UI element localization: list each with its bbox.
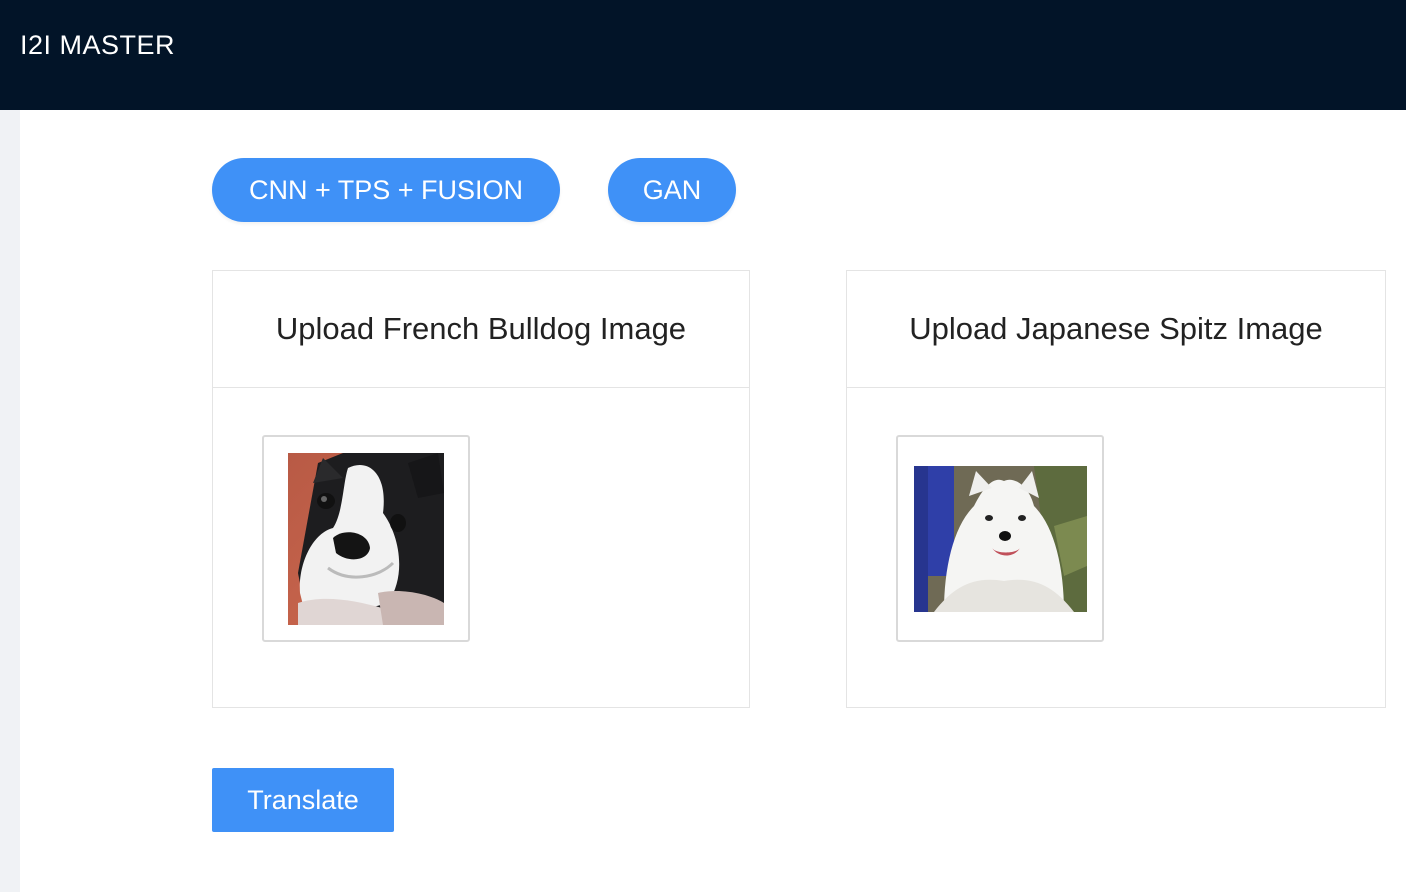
japanese-spitz-photo [914,466,1087,612]
translate-button[interactable]: Translate [212,768,394,832]
upload-card-japanese-spitz: Upload Japanese Spitz Image [846,270,1386,708]
upload-card-title: Upload Japanese Spitz Image [847,271,1385,388]
image-upload-slot[interactable] [262,435,470,642]
sidebar-rail [0,110,20,892]
french-bulldog-photo [288,453,444,625]
mode-cnn-tps-fusion-button[interactable]: CNN + TPS + FUSION [212,158,560,222]
upload-card-french-bulldog: Upload French Bulldog Image [212,270,750,708]
mode-gan-button[interactable]: GAN [608,158,736,222]
top-header: I2I MASTER [0,0,1406,110]
image-upload-slot[interactable] [896,435,1104,642]
upload-card-title: Upload French Bulldog Image [213,271,749,388]
app-title: I2I MASTER [20,30,176,60]
